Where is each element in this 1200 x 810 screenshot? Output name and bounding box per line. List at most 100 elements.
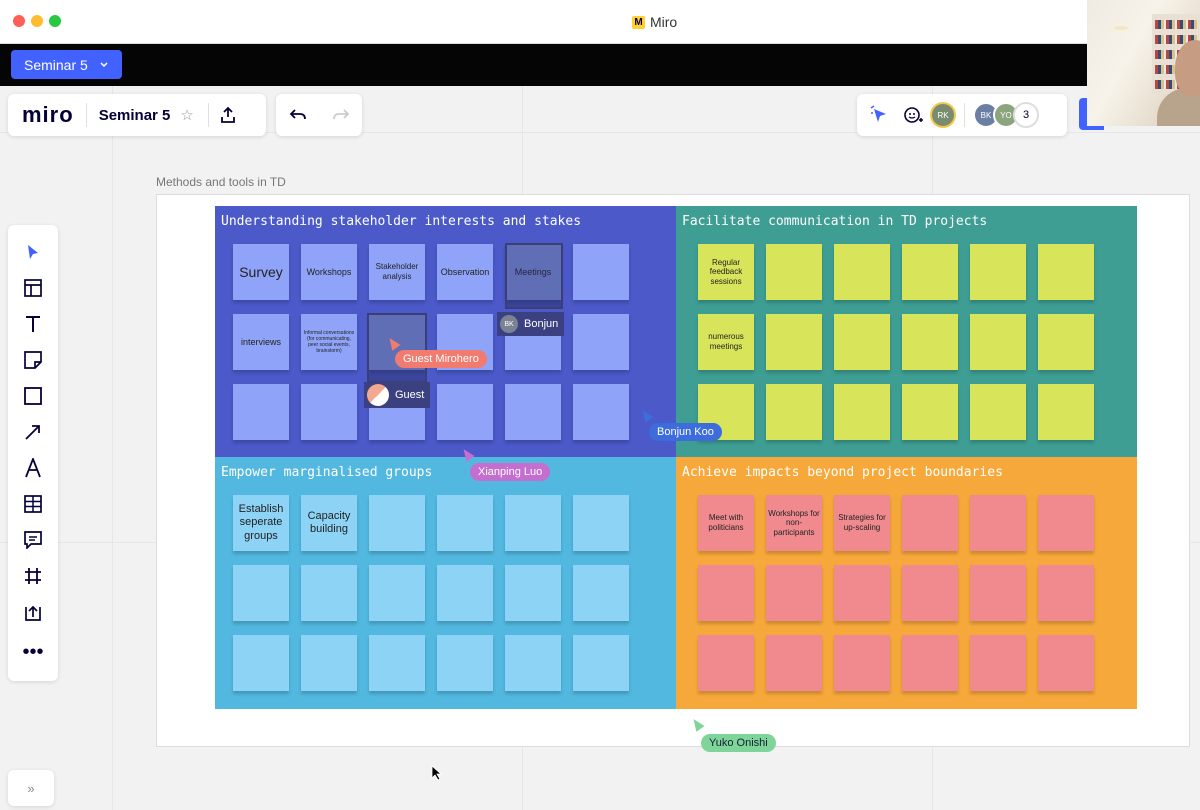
communication-quadrant[interactable]: Facilitate communication in TD projects R… — [676, 206, 1137, 457]
sticky-note[interactable] — [1038, 635, 1094, 691]
stakeholder-quadrant[interactable]: Understanding stakeholder interests and … — [215, 206, 676, 457]
empower-quadrant[interactable]: Empower marginalised groups Establish sep… — [215, 457, 676, 709]
select-tool[interactable] — [8, 237, 58, 267]
sticky-note[interactable] — [834, 384, 890, 440]
sticky-note[interactable] — [233, 635, 289, 691]
add-emoji-icon[interactable] — [902, 104, 924, 126]
sticky-note[interactable] — [573, 495, 629, 551]
sticky-note[interactable]: Strategies for up-scaling — [834, 495, 890, 551]
sticky-note[interactable] — [1038, 495, 1094, 551]
sticky-note[interactable]: Survey — [233, 244, 289, 300]
sticky-note[interactable] — [970, 314, 1026, 370]
sticky-note[interactable]: interviews — [233, 314, 289, 370]
sticky-note[interactable] — [301, 565, 357, 621]
sticky-note[interactable] — [1038, 244, 1094, 300]
quadrant-title[interactable]: Empower marginalised groups — [221, 465, 432, 480]
templates-tool[interactable] — [8, 273, 58, 303]
sticky-note[interactable] — [573, 635, 629, 691]
sticky-note[interactable] — [437, 565, 493, 621]
quadrant-title[interactable]: Facilitate communication in TD projects — [682, 214, 987, 229]
close-window-button[interactable] — [13, 15, 25, 27]
sticky-note[interactable] — [970, 384, 1026, 440]
board-tab[interactable]: Seminar 5 — [11, 50, 122, 79]
minimize-window-button[interactable] — [31, 15, 43, 27]
sticky-note[interactable] — [698, 565, 754, 621]
sticky-note[interactable] — [970, 635, 1026, 691]
sticky-note[interactable] — [437, 495, 493, 551]
cursor-reactions-icon[interactable] — [870, 105, 892, 125]
sticky-note[interactable] — [233, 565, 289, 621]
sticky-note[interactable] — [902, 495, 958, 551]
impacts-quadrant[interactable]: Achieve impacts beyond project boundarie… — [676, 457, 1137, 709]
sticky-note-tool[interactable] — [8, 345, 58, 375]
sticky-note[interactable] — [505, 384, 561, 440]
collaborator-count[interactable]: 3 — [1013, 102, 1039, 128]
sticky-note[interactable] — [834, 244, 890, 300]
frame[interactable]: Understanding stakeholder interests and … — [156, 194, 1190, 747]
sticky-note[interactable]: numerous meetings — [698, 314, 754, 370]
sticky-note[interactable] — [369, 495, 425, 551]
upload-tool[interactable] — [8, 597, 58, 627]
sticky-note[interactable] — [970, 565, 1026, 621]
sticky-note[interactable] — [698, 635, 754, 691]
quadrant-title[interactable]: Understanding stakeholder interests and … — [221, 214, 581, 229]
sticky-note[interactable] — [970, 495, 1026, 551]
quadrant-title[interactable]: Achieve impacts beyond project boundarie… — [682, 465, 1003, 480]
sticky-note[interactable] — [834, 565, 890, 621]
shape-tool[interactable] — [8, 381, 58, 411]
sticky-note[interactable] — [1038, 565, 1094, 621]
sticky-note[interactable]: Workshops — [301, 244, 357, 300]
sticky-note[interactable] — [369, 635, 425, 691]
sticky-note[interactable] — [766, 635, 822, 691]
upload-icon[interactable] — [219, 106, 237, 124]
sticky-note[interactable]: Workshops for non-participants — [766, 495, 822, 551]
sticky-note[interactable] — [1038, 314, 1094, 370]
sticky-note[interactable] — [573, 314, 629, 370]
sticky-note[interactable] — [902, 314, 958, 370]
sticky-note[interactable] — [573, 384, 629, 440]
sticky-note[interactable] — [766, 384, 822, 440]
sticky-note[interactable] — [766, 314, 822, 370]
more-tools-icon[interactable]: ••• — [8, 637, 58, 667]
board-name[interactable]: Seminar 5 — [99, 107, 171, 124]
sticky-note[interactable] — [369, 565, 425, 621]
pen-tool[interactable] — [8, 453, 58, 483]
sticky-note[interactable] — [233, 384, 289, 440]
star-icon[interactable]: ☆ — [180, 106, 193, 124]
expand-panel-button[interactable]: » — [8, 770, 54, 806]
sticky-note[interactable]: Stakeholder analysis — [369, 244, 425, 300]
sticky-note[interactable] — [902, 384, 958, 440]
sticky-note[interactable]: Establish seperate groups — [233, 495, 289, 551]
sticky-note[interactable] — [505, 495, 561, 551]
text-tool[interactable] — [8, 309, 58, 339]
sticky-note[interactable] — [573, 244, 629, 300]
connection-line-tool[interactable] — [8, 417, 58, 447]
sticky-note[interactable] — [970, 244, 1026, 300]
sticky-note[interactable] — [902, 565, 958, 621]
sticky-note[interactable] — [437, 384, 493, 440]
sticky-note[interactable] — [1038, 384, 1094, 440]
sticky-note[interactable]: Meet with politicians — [698, 495, 754, 551]
sticky-note[interactable] — [766, 565, 822, 621]
sticky-note[interactable] — [902, 635, 958, 691]
avatar[interactable]: RK — [930, 102, 956, 128]
sticky-note[interactable]: Regular feedback sessions — [698, 244, 754, 300]
table-tool[interactable] — [8, 489, 58, 519]
sticky-note[interactable] — [834, 314, 890, 370]
frame-tool[interactable] — [8, 561, 58, 591]
miro-logo[interactable]: miro — [22, 102, 74, 128]
sticky-note[interactable] — [902, 244, 958, 300]
sticky-note[interactable]: Informal conversations (for communicatin… — [301, 314, 357, 370]
sticky-note[interactable] — [505, 635, 561, 691]
frame-label[interactable]: Methods and tools in TD — [156, 175, 286, 189]
sticky-note[interactable]: Capacity building — [301, 495, 357, 551]
sticky-note[interactable] — [437, 635, 493, 691]
sticky-note[interactable]: Observation — [437, 244, 493, 300]
sticky-note[interactable] — [505, 565, 561, 621]
sticky-note[interactable] — [834, 635, 890, 691]
sticky-note[interactable] — [301, 384, 357, 440]
sticky-note[interactable] — [573, 565, 629, 621]
undo-icon[interactable] — [289, 108, 307, 122]
sticky-note[interactable] — [301, 635, 357, 691]
sticky-note[interactable] — [766, 244, 822, 300]
